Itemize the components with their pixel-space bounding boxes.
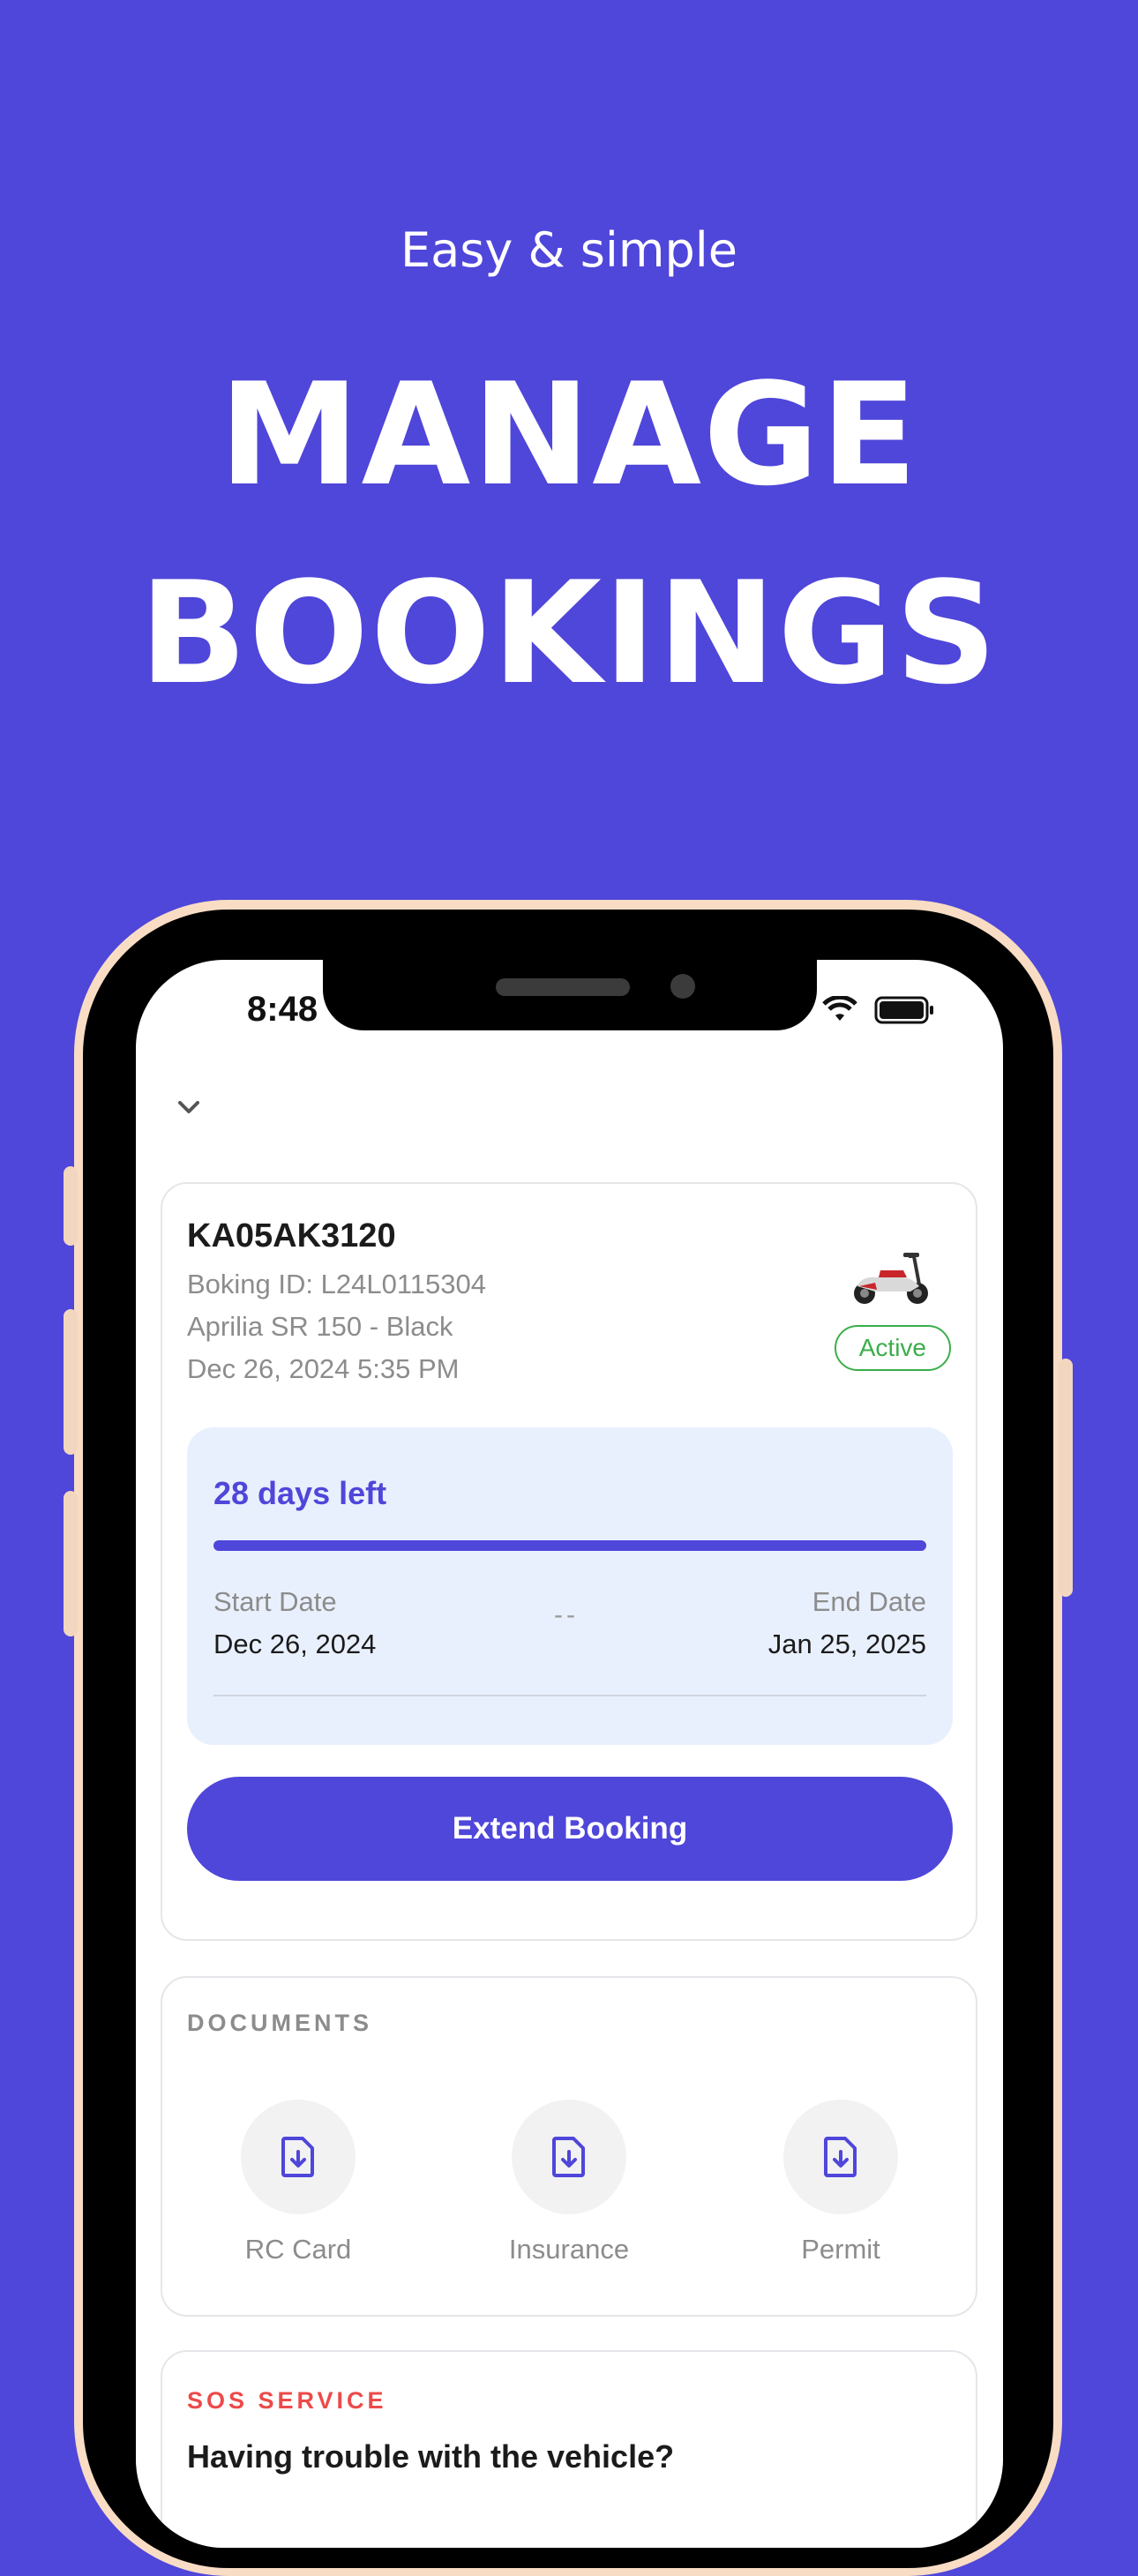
status-badge: Active xyxy=(834,1325,951,1371)
booking-progress-track xyxy=(213,1540,926,1551)
vehicle-plate: KA05AK3120 xyxy=(187,1217,396,1254)
document-icon-wrap xyxy=(241,2100,356,2214)
end-date-value: Jan 25, 2025 xyxy=(767,1629,926,1659)
documents-title: DOCUMENTS xyxy=(187,2010,372,2036)
days-left: 28 days left xyxy=(213,1475,387,1511)
hero-title: MANAGE BOOKINGS xyxy=(0,335,1138,732)
battery-icon xyxy=(874,996,933,1024)
phone-side-button-2 xyxy=(64,1309,78,1455)
document-icon-wrap xyxy=(512,2100,626,2214)
vehicle-model: Aprilia SR 150 - Black xyxy=(187,1311,453,1342)
booking-progress-fill xyxy=(213,1540,926,1551)
date-separator: -- xyxy=(554,1600,579,1629)
file-download-icon xyxy=(552,2137,585,2177)
document-label: Insurance xyxy=(508,2234,630,2265)
booking-card: KA05AK3120 Boking ID: L24L0115304 Aprili… xyxy=(161,1182,977,1941)
scooter-icon xyxy=(854,1253,928,1304)
phone-speaker xyxy=(496,978,630,996)
phone-side-button-1 xyxy=(64,1166,78,1246)
sos-question: Having trouble with the vehicle? xyxy=(187,2438,675,2475)
wifi-icon xyxy=(822,996,857,1021)
start-date-label: Start Date xyxy=(213,1586,337,1617)
status-icons xyxy=(821,995,936,1025)
document-insurance[interactable]: Insurance xyxy=(472,2100,666,2265)
documents-card: DOCUMENTS RC Card Insurance Permit xyxy=(161,1976,977,2317)
document-permit[interactable]: Permit xyxy=(744,2100,938,2265)
phone-power-button xyxy=(1059,1359,1073,1597)
file-download-icon xyxy=(824,2137,857,2177)
status-time: 8:48 xyxy=(247,990,318,1029)
document-rc-card[interactable]: RC Card xyxy=(201,2100,395,2265)
sos-title: SOS SERVICE xyxy=(187,2387,387,2414)
sos-card: SOS SERVICE Having trouble with the vehi… xyxy=(161,2350,977,2548)
booking-id: Boking ID: L24L0115304 xyxy=(187,1269,486,1299)
hero-title-line-2: BOOKINGS xyxy=(139,550,999,715)
document-icon-wrap xyxy=(783,2100,898,2214)
extend-booking-button[interactable]: Extend Booking xyxy=(187,1777,953,1881)
end-date-label: End Date xyxy=(812,1586,926,1617)
booking-datetime: Dec 26, 2024 5:35 PM xyxy=(187,1353,460,1384)
chevron-down-icon[interactable] xyxy=(173,1094,205,1120)
start-date-value: Dec 26, 2024 xyxy=(213,1629,377,1659)
document-label: Permit xyxy=(801,2234,880,2265)
phone-side-button-3 xyxy=(64,1491,78,1636)
phone-screen: 8:48 KA05AK3120 Boking ID: L24L0115304 A… xyxy=(136,960,1003,2548)
hero-subtitle: Easy & simple xyxy=(401,222,737,278)
phone-camera xyxy=(670,974,695,999)
period-divider xyxy=(213,1695,926,1696)
hero-title-line-1: MANAGE xyxy=(219,352,919,517)
file-download-icon xyxy=(281,2137,314,2177)
document-label: RC Card xyxy=(244,2234,352,2265)
booking-period: 28 days left Start Date Dec 26, 2024 -- … xyxy=(187,1427,953,1745)
